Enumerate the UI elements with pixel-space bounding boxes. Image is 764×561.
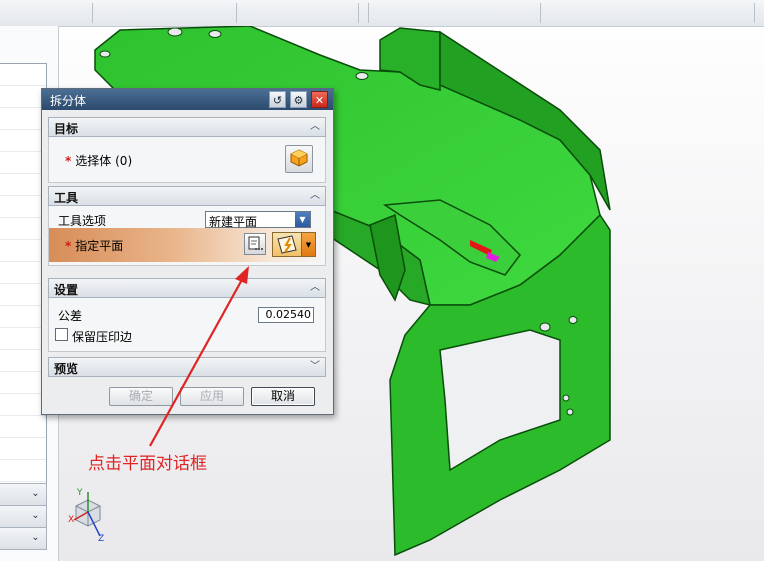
hole: [99, 50, 111, 58]
keep-imprint-checkbox[interactable]: [55, 328, 68, 341]
section-tool-label: 工具: [54, 191, 79, 205]
select-body-button[interactable]: [285, 145, 313, 173]
tolerance-input[interactable]: 0.02540: [258, 307, 314, 323]
cancel-button[interactable]: 取消: [251, 387, 315, 406]
x-axis-label: X: [68, 515, 74, 525]
z-axis-label: Z: [98, 534, 104, 542]
select-body-count: (0): [115, 154, 133, 168]
chevron-down-icon[interactable]: ﹀: [308, 360, 322, 374]
section-header-target[interactable]: 目标 ︿: [48, 117, 326, 137]
tolerance-label: 公差: [58, 309, 83, 323]
navigator-list[interactable]: ▶: [0, 63, 47, 501]
hole: [355, 72, 369, 80]
dropdown-arrow-icon[interactable]: ▼: [295, 212, 310, 227]
toolbar-separator: [368, 3, 369, 23]
chevron-down-icon[interactable]: ⌄: [28, 486, 43, 501]
tool-option-select[interactable]: 新建平面 ▼: [205, 211, 311, 229]
top-toolbar: [0, 0, 764, 27]
required-asterisk: *: [65, 154, 72, 168]
section-target-label: 目标: [54, 122, 79, 136]
toolbar-separator: [358, 3, 359, 23]
hole: [167, 27, 183, 37]
tool-option-label: 工具选项: [58, 214, 107, 228]
y-axis-label: Y: [76, 488, 83, 498]
select-body-row[interactable]: * 选择体 (0): [65, 152, 132, 169]
specify-plane-label: 指定平面: [75, 239, 124, 253]
reset-icon[interactable]: ↺: [269, 91, 286, 108]
navigator-section[interactable]: ⌄: [0, 527, 47, 550]
inferred-plane-icon: [277, 235, 297, 254]
inferred-plane-button[interactable]: [272, 232, 302, 257]
hole: [208, 30, 222, 38]
chevron-down-icon[interactable]: ⌄: [28, 508, 43, 523]
section-preview-label: 预览: [54, 362, 79, 376]
specify-plane-row[interactable]: * 指定平面 ▼: [49, 228, 325, 262]
chevron-up-icon[interactable]: ︿: [308, 120, 322, 134]
section-header-tool[interactable]: 工具 ︿: [48, 186, 326, 206]
gear-icon[interactable]: ⚙: [290, 91, 307, 108]
toolbar-separator: [540, 3, 541, 23]
plane-type-dropdown[interactable]: ▼: [302, 232, 316, 257]
hole: [539, 322, 551, 332]
specify-plane-text: * 指定平面: [65, 237, 123, 254]
section-settings-label: 设置: [54, 283, 79, 297]
hole: [568, 316, 578, 324]
close-icon[interactable]: ✕: [311, 91, 328, 108]
chevron-up-icon[interactable]: ︿: [308, 281, 322, 295]
plane-dialog-icon: [248, 236, 263, 250]
dialog-title: 拆分体: [50, 94, 87, 108]
wcs-triad: Y X Z: [68, 488, 104, 542]
section-body-tool: 工具选项 新建平面 ▼ * 指定平面 ▼: [48, 206, 326, 266]
toolbar-separator: [754, 3, 755, 23]
keep-imprint-label: 保留压印边: [72, 330, 133, 344]
hole: [566, 408, 574, 416]
select-body-label: 选择体: [75, 154, 112, 168]
toolbar-separator: [92, 3, 93, 23]
plane-dialog-button[interactable]: [244, 233, 266, 255]
hole: [562, 394, 570, 402]
cube-icon: [290, 149, 308, 167]
navigator-section[interactable]: ⌄: [0, 483, 47, 506]
annotation-text: 点击平面对话框: [88, 454, 207, 474]
toolbar-separator: [236, 3, 237, 23]
dialog-title-bar[interactable]: 拆分体 ↺ ⚙ ✕: [42, 89, 333, 110]
section-body-target: * 选择体 (0): [48, 137, 326, 183]
annotation-arrow: [149, 266, 249, 447]
navigator-section[interactable]: ⌄: [0, 505, 47, 528]
required-asterisk: *: [65, 239, 72, 253]
chevron-down-icon[interactable]: ⌄: [28, 530, 43, 545]
chevron-up-icon[interactable]: ︿: [308, 189, 322, 203]
